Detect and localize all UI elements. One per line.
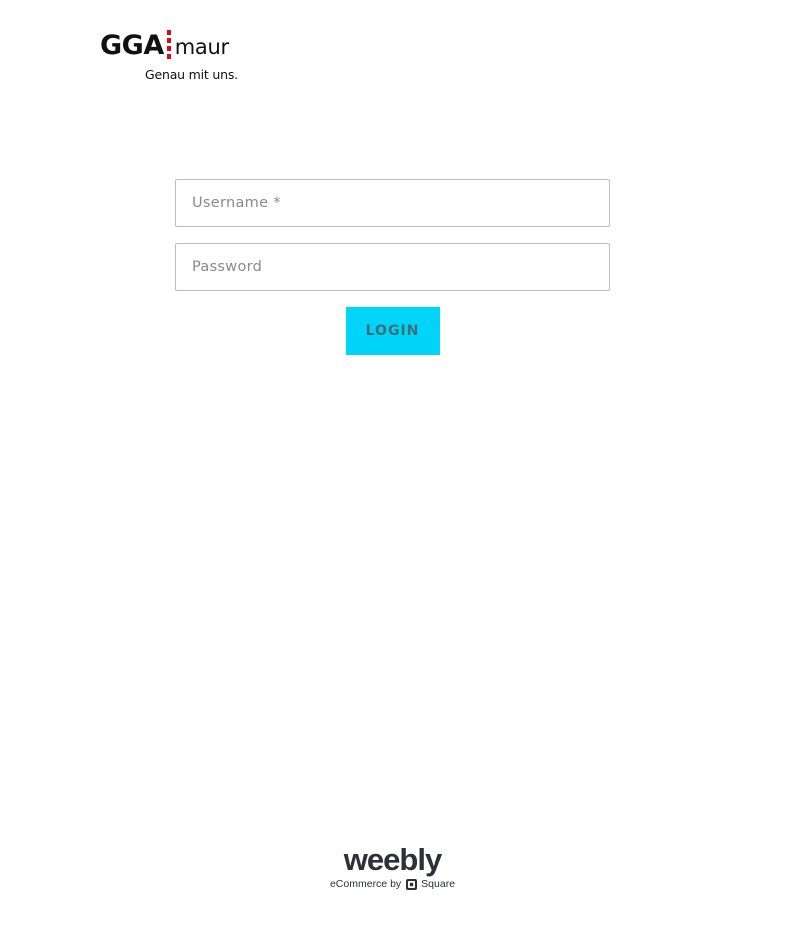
logo-tagline: Genau mit uns. (145, 67, 238, 82)
logo-wordmark-left: GGA (100, 30, 164, 61)
site-logo[interactable]: GGA maur Genau mit uns. (100, 27, 240, 85)
logo-wordmark: GGA maur (100, 27, 229, 61)
logo-accent-bars-icon (166, 30, 171, 59)
login-button[interactable]: LOGIN (345, 307, 440, 355)
ecommerce-by-square-line: eCommerce by Square (322, 878, 463, 890)
ecommerce-by-text: eCommerce by (329, 878, 402, 890)
password-input[interactable] (175, 243, 610, 291)
square-logo-icon (406, 878, 418, 890)
weebly-wordmark: weebly (343, 842, 442, 877)
logo-wordmark-right: maur (174, 35, 229, 59)
square-text: Square (421, 878, 456, 890)
username-input[interactable] (175, 179, 610, 227)
login-form: LOGIN (175, 179, 610, 355)
weebly-badge-link[interactable]: weebly eCommerce by Square (322, 843, 463, 893)
